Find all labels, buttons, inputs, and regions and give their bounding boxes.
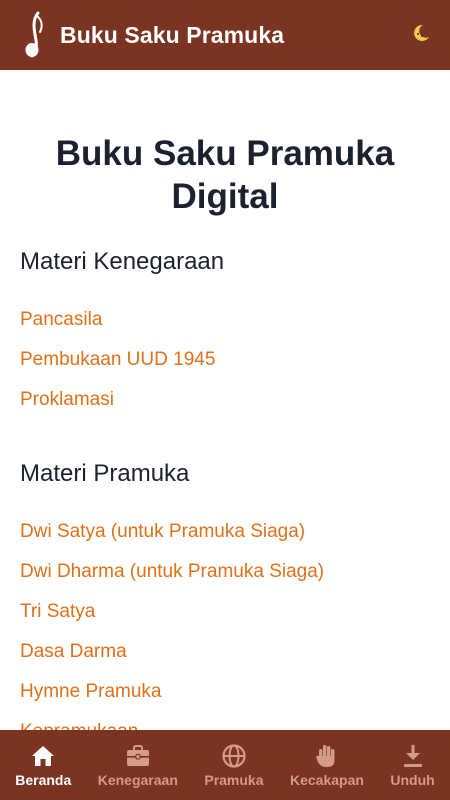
link-tri-satya[interactable]: Tri Satya	[20, 601, 95, 622]
list-item: Pancasila	[20, 300, 430, 340]
list-item: Dwi Dharma (untuk Pramuka Siaga)	[20, 552, 430, 592]
list-item: Dwi Satya (untuk Pramuka Siaga)	[20, 512, 430, 552]
moon-icon	[411, 23, 431, 48]
nav-label-beranda: Beranda	[15, 772, 72, 788]
theme-toggle-button[interactable]	[408, 22, 434, 48]
link-dwi-dharma[interactable]: Dwi Dharma (untuk Pramuka Siaga)	[20, 561, 324, 582]
page-title: Buku Saku Pramuka Digital	[55, 134, 395, 216]
list-item: Dasa Darma	[20, 632, 430, 672]
app-screen: Buku Saku Pramuka Buku Saku Pramuka Digi…	[0, 0, 450, 800]
list-item: Tri Satya	[20, 592, 430, 632]
briefcase-icon	[124, 742, 152, 770]
home-icon	[29, 742, 57, 770]
nav-item-beranda[interactable]: Beranda	[15, 742, 71, 788]
tunas-kelapa-icon	[22, 9, 48, 61]
nav-item-kecakapan[interactable]: Kecakapan	[290, 742, 364, 788]
nav-item-kenegaraan[interactable]: Kenegaraan	[98, 742, 178, 788]
section-heading-kenegaraan: Materi Kenegaraan	[20, 248, 225, 275]
nav-item-unduh[interactable]: Unduh	[390, 742, 435, 788]
list-item: Proklamasi	[20, 380, 430, 420]
link-list-pramuka: Dwi Satya (untuk Pramuka Siaga) Dwi Dhar…	[20, 512, 430, 730]
bottom-navigation: Beranda Kenegaraan Pramuka Kecakapan Und…	[0, 730, 450, 800]
link-dasa-darma[interactable]: Dasa Darma	[20, 641, 127, 662]
hand-icon	[313, 742, 341, 770]
link-kepramukaan[interactable]: Kepramukaan	[20, 721, 138, 730]
top-app-bar: Buku Saku Pramuka	[0, 0, 450, 70]
link-pancasila[interactable]: Pancasila	[20, 309, 102, 330]
nav-label-unduh: Unduh	[390, 772, 435, 788]
list-item: Pembukaan UUD 1945	[20, 340, 430, 380]
link-dwi-satya[interactable]: Dwi Satya (untuk Pramuka Siaga)	[20, 521, 305, 542]
nav-label-kecakapan: Kecakapan	[289, 772, 364, 788]
link-hymne-pramuka[interactable]: Hymne Pramuka	[20, 681, 162, 702]
link-proklamasi[interactable]: Proklamasi	[20, 389, 114, 410]
main-content: Buku Saku Pramuka Digital Materi Kenegar…	[0, 70, 450, 730]
nav-label-pramuka: Pramuka	[204, 772, 264, 788]
nav-label-kenegaraan: Kenegaraan	[97, 772, 178, 788]
section-heading-pramuka: Materi Pramuka	[20, 460, 190, 487]
app-title: Buku Saku Pramuka	[60, 21, 285, 48]
link-pembukaan-uud-1945[interactable]: Pembukaan UUD 1945	[20, 349, 215, 370]
nav-item-pramuka[interactable]: Pramuka	[204, 742, 264, 788]
link-list-kenegaraan: Pancasila Pembukaan UUD 1945 Proklamasi	[20, 300, 430, 420]
download-icon	[399, 742, 427, 770]
list-item: Kepramukaan	[20, 712, 430, 730]
globe-icon	[220, 742, 248, 770]
list-item: Hymne Pramuka	[20, 672, 430, 712]
